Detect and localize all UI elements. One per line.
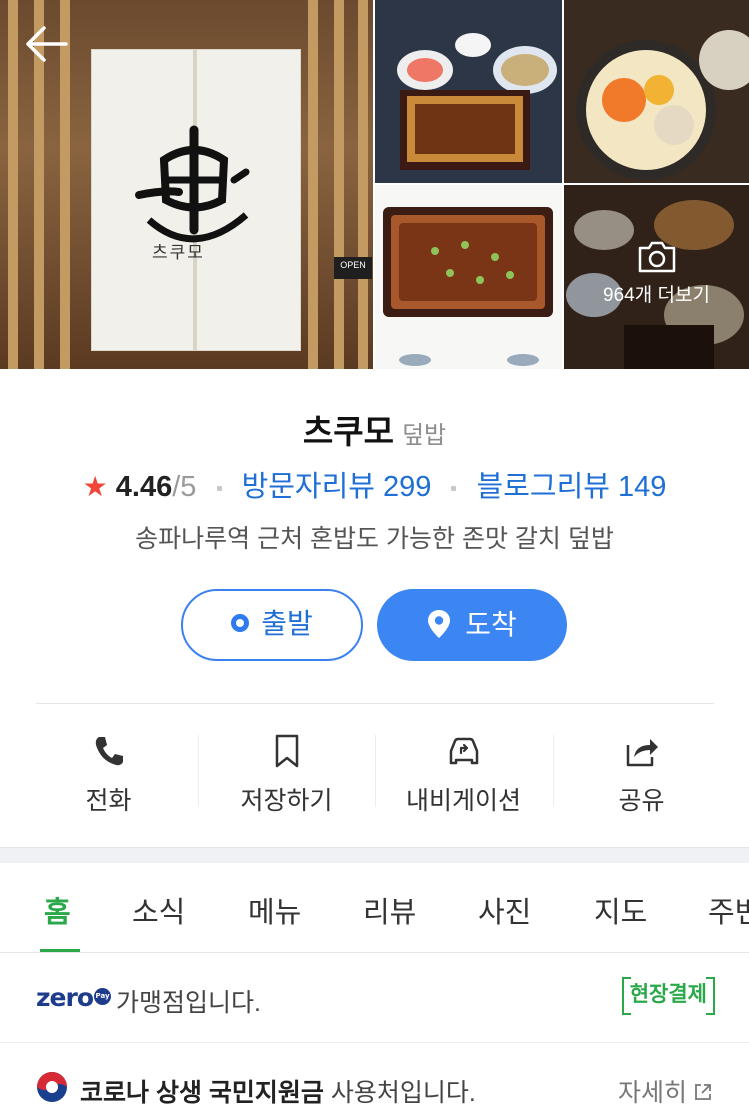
zeropay-logo: zero Pay xyxy=(36,983,112,1012)
back-arrow-icon xyxy=(26,26,68,62)
separator-dot xyxy=(216,485,222,491)
zeropay-notice: zero Pay 가맹점입니다. 현장결제 xyxy=(0,953,749,1043)
rating-max: /5 xyxy=(172,471,197,503)
bookmark-icon xyxy=(275,734,298,768)
share-icon xyxy=(626,739,658,767)
pay-badge: Pay xyxy=(94,987,112,1005)
more-photos-label: 964개 더보기 xyxy=(603,285,710,306)
zeropay-text: 가맹점입니다. xyxy=(116,989,261,1017)
save-label: 저장하기 xyxy=(240,787,333,815)
camera-icon xyxy=(638,241,675,273)
origin-dot-icon xyxy=(231,613,250,632)
covid-support-title: 코로나 상생 국민지원금 xyxy=(80,1079,324,1107)
blog-reviews-link[interactable]: 블로그리뷰 149 xyxy=(477,471,667,503)
share-button[interactable]: 공유 xyxy=(553,721,730,821)
external-link-icon xyxy=(695,1084,711,1101)
save-button[interactable]: 저장하기 xyxy=(198,721,375,821)
route-buttons: 출발 도착 xyxy=(181,589,571,661)
divider xyxy=(36,703,714,704)
covid-support-suffix: 사용처입니다. xyxy=(323,1079,476,1107)
section-gap xyxy=(0,847,749,863)
phone-icon xyxy=(95,737,123,766)
noren-text: 츠쿠모 xyxy=(152,243,205,263)
food-photo[interactable] xyxy=(375,0,562,183)
more-photos-tile[interactable]: 964개 더보기 xyxy=(564,185,749,369)
onsite-payment-tag: 현장결제 xyxy=(621,975,716,1015)
action-bar: 전화 저장하기 내비게이션 공유 xyxy=(20,721,730,821)
star-icon: ★ xyxy=(82,471,108,502)
visitor-reviews-link[interactable]: 방문자리뷰 299 xyxy=(242,471,432,503)
rating-row: ★ 4.46/5 방문자리뷰 299 블로그리뷰 149 xyxy=(0,463,749,505)
back-button[interactable] xyxy=(22,22,70,70)
noren-curtain: 츠쿠모 xyxy=(92,50,300,350)
tab-home[interactable]: 홈 xyxy=(44,889,71,931)
start-button-label: 출발 xyxy=(261,608,313,639)
share-label: 공유 xyxy=(618,787,665,815)
tab-news[interactable]: 소식 xyxy=(132,889,185,931)
poke-bowl-image xyxy=(564,0,749,183)
place-category: 덮밥 xyxy=(401,422,447,449)
tab-reviews[interactable]: 리뷰 xyxy=(363,889,416,931)
tab-map[interactable]: 지도 xyxy=(594,889,647,931)
food-photo[interactable] xyxy=(375,185,562,369)
more-photos-button[interactable]: 964개 더보기 xyxy=(564,240,749,307)
arrive-button-label: 도착 xyxy=(465,609,517,640)
tab-menu[interactable]: 메뉴 xyxy=(248,889,301,931)
separator-dot xyxy=(451,485,457,491)
location-pin-icon xyxy=(428,609,451,638)
place-name: 츠쿠모 xyxy=(302,413,394,450)
tab-photos[interactable]: 사진 xyxy=(478,889,531,931)
eel-donburi-image xyxy=(375,185,562,369)
arrive-button[interactable]: 도착 xyxy=(377,589,567,661)
door-slat xyxy=(8,0,18,369)
navigation-button[interactable]: 내비게이션 xyxy=(375,721,552,821)
place-description: 송파나루역 근처 혼밥도 가능한 존맛 갈치 덮밥 xyxy=(135,525,614,553)
start-button[interactable]: 출발 xyxy=(181,589,363,661)
covid-support-text: 코로나 상생 국민지원금 사용처입니다. xyxy=(80,1073,476,1109)
place-info: 츠쿠모 덮밥 ★ 4.46/5 방문자리뷰 299 블로그리뷰 149 송파나루역… xyxy=(0,369,749,847)
open-sign: OPEN xyxy=(334,257,372,279)
rating-value: 4.46 xyxy=(115,471,173,503)
call-label: 전화 xyxy=(85,787,132,815)
navigation-label: 내비게이션 xyxy=(405,787,521,815)
title-row: 츠쿠모 덮밥 xyxy=(0,405,749,453)
door-slat xyxy=(308,0,318,369)
door-slat xyxy=(334,0,344,369)
door-slat xyxy=(358,0,368,369)
tab-bar: 홈 소식 메뉴 리뷰 사진 지도 주변 xyxy=(0,863,749,953)
food-photo[interactable] xyxy=(564,0,749,183)
tab-nearby[interactable]: 주변 xyxy=(708,889,749,931)
car-navigation-icon xyxy=(449,737,478,765)
eel-rice-box-image xyxy=(375,0,562,183)
covid-support-notice: 코로나 상생 국민지원금 사용처입니다. 자세히 xyxy=(0,1043,749,1117)
call-button[interactable]: 전화 xyxy=(20,721,197,821)
government-logo-icon xyxy=(37,1072,67,1102)
photo-gallery[interactable]: 츠쿠모 OPEN 964개 더보기 xyxy=(0,0,749,369)
details-link[interactable]: 자세히 xyxy=(618,1073,713,1109)
